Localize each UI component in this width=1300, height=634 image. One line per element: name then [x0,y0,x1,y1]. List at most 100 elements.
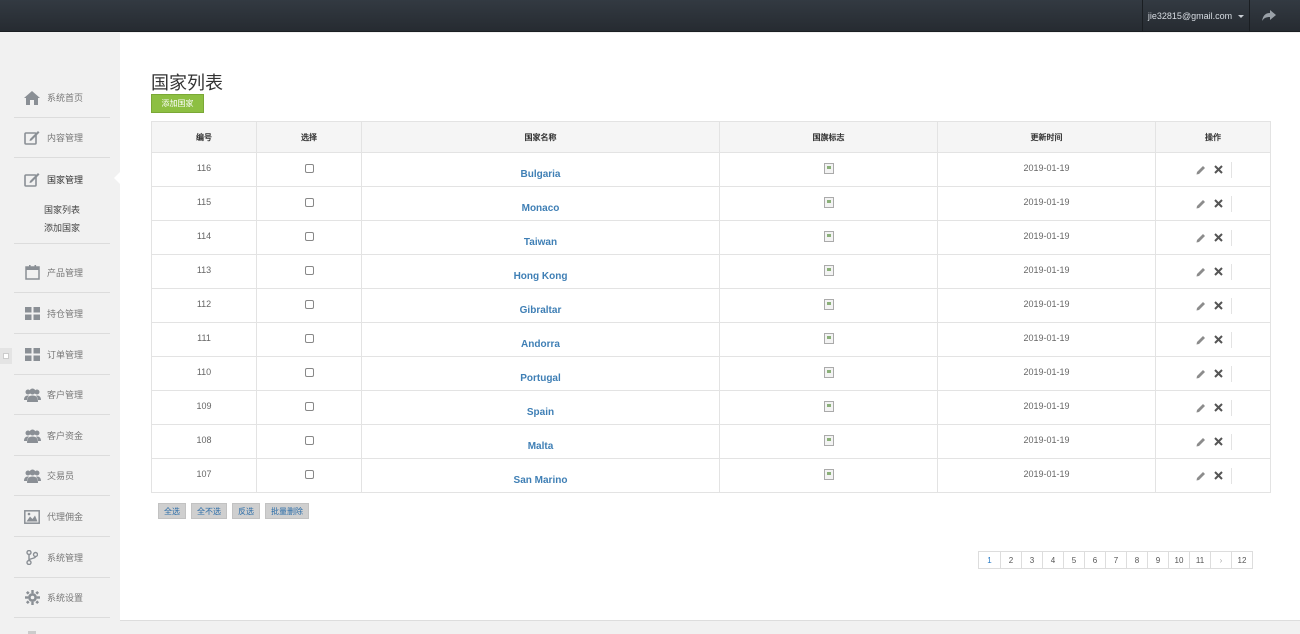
country-name-link[interactable]: Andorra [521,339,560,350]
pencil-icon [1196,403,1205,412]
broken-image-icon [823,299,834,310]
pagination-page[interactable]: 3 [1021,552,1042,568]
select-all-button[interactable]: 全选 [158,503,186,519]
delete-row-button[interactable] [1213,368,1225,380]
sidebar-item-agent-commission[interactable]: 代理佣金 [14,497,110,537]
user-menu[interactable]: jie32815@gmail.com [1142,0,1250,32]
pagination-page[interactable]: 6 [1084,552,1105,568]
country-name-link[interactable]: Malta [528,441,554,452]
row-checkbox[interactable] [304,164,314,173]
row-checkbox[interactable] [304,470,314,479]
row-checkbox[interactable] [304,232,314,241]
country-name-link[interactable]: Spain [527,407,554,418]
country-name-link[interactable]: Bulgaria [520,169,560,180]
row-checkbox[interactable] [304,334,314,343]
sidebar-item-trader[interactable]: 交易员 [14,456,110,496]
cell-select [256,322,362,357]
invert-selection-button[interactable]: 反选 [232,503,260,519]
cell-updated: 2019-01-19 [937,254,1156,289]
column-header-updated: 更新时间 [937,121,1156,153]
sidebar-item-content[interactable]: 内容管理 [14,118,110,158]
edit-row-button[interactable] [1195,232,1207,244]
pagination-page[interactable]: 4 [1042,552,1063,568]
edit-row-button[interactable] [1195,368,1207,380]
sidebar-item-customer[interactable]: 客户管理 [14,375,110,415]
sidebar-item-system-settings[interactable]: 系统设置 [14,578,110,618]
row-checkbox[interactable] [304,266,314,275]
sidebar-item-label: 内容管理 [47,133,84,143]
pagination-next[interactable]: › [1210,552,1231,568]
sidebar-item-label: 系统设置 [47,593,84,603]
edit-row-button[interactable] [1195,436,1207,448]
pagination-page[interactable]: 9 [1147,552,1168,568]
country-name-link[interactable]: San Marino [514,475,568,486]
pagination-page[interactable]: 12 [1231,552,1252,568]
main-content: 国家列表 添加国家 编号 选择 国家名称 国旗标志 更新时间 操作 116 Bul… [120,33,1300,621]
sidebar-item-home[interactable]: 系统首页 [14,78,110,118]
cell-name: Portugal [361,356,720,391]
delete-row-button[interactable] [1213,164,1225,176]
delete-row-button[interactable] [1213,334,1225,346]
pagination-page[interactable]: 5 [1063,552,1084,568]
pagination-page[interactable]: 2 [1000,552,1021,568]
users-icon [23,467,41,485]
row-checkbox[interactable] [304,368,314,377]
country-name-link[interactable]: Taiwan [524,237,557,248]
cell-id: 112 [151,288,257,323]
table-row: 116 Bulgaria 2019-01-19 [151,152,1271,187]
cell-updated: 2019-01-19 [937,152,1156,187]
row-checkbox[interactable] [304,198,314,207]
country-name-link[interactable]: Gibraltar [520,305,562,316]
sidebar-collapse-toggle[interactable] [0,348,12,364]
logout-button[interactable] [1251,0,1287,32]
edit-row-button[interactable] [1195,470,1207,482]
grid-icon [23,346,41,364]
sidebar-item-country[interactable]: 国家管理 [14,159,110,199]
row-checkbox[interactable] [304,436,314,445]
edit-row-button[interactable] [1195,300,1207,312]
edit-row-button[interactable] [1195,164,1207,176]
batch-delete-button[interactable]: 批量删除 [265,503,309,519]
country-name-link[interactable]: Hong Kong [514,271,568,282]
pagination-page[interactable]: 10 [1168,552,1189,568]
cell-name: Andorra [361,322,720,357]
pencil-icon [1196,369,1205,378]
delete-row-button[interactable] [1213,402,1225,414]
broken-image-icon [823,265,834,276]
select-none-button[interactable]: 全不选 [191,503,227,519]
pagination-page[interactable]: 1 [979,552,1000,568]
edit-row-button[interactable] [1195,402,1207,414]
delete-row-button[interactable] [1213,300,1225,312]
submenu-item-add-country[interactable]: 添加国家 [44,219,80,237]
delete-row-button[interactable] [1213,266,1225,278]
country-name-link[interactable]: Portugal [520,373,561,384]
action-divider [1230,365,1232,382]
cell-flag [719,322,938,357]
submenu-item-country-list[interactable]: 国家列表 [44,201,80,219]
pagination-page[interactable]: 7 [1105,552,1126,568]
edit-row-button[interactable] [1195,198,1207,210]
pencil-icon [1196,471,1205,480]
sidebar-item-label: 系统首页 [47,93,84,103]
sidebar-item-order[interactable]: 订单管理 [14,335,110,375]
edit-row-button[interactable] [1195,334,1207,346]
cell-select [256,288,362,323]
cell-name: Hong Kong [361,254,720,289]
delete-row-button[interactable] [1213,470,1225,482]
row-checkbox[interactable] [304,300,314,309]
sidebar-item-system-admin[interactable]: 系统管理 [14,538,110,578]
edit-row-button[interactable] [1195,266,1207,278]
sidebar-item-position[interactable]: 持仓管理 [14,294,110,334]
close-icon [1214,165,1223,174]
pagination-page[interactable]: 8 [1126,552,1147,568]
pagination-page[interactable]: 11 [1189,552,1210,568]
delete-row-button[interactable] [1213,232,1225,244]
sidebar-item-customer-funds[interactable]: 客户资金 [14,416,110,456]
delete-row-button[interactable] [1213,436,1225,448]
cell-select [256,254,362,289]
delete-row-button[interactable] [1213,198,1225,210]
country-name-link[interactable]: Monaco [522,203,560,214]
add-country-button[interactable]: 添加国家 [151,94,204,113]
row-checkbox[interactable] [304,402,314,411]
sidebar-item-product[interactable]: 产品管理 [14,253,110,293]
